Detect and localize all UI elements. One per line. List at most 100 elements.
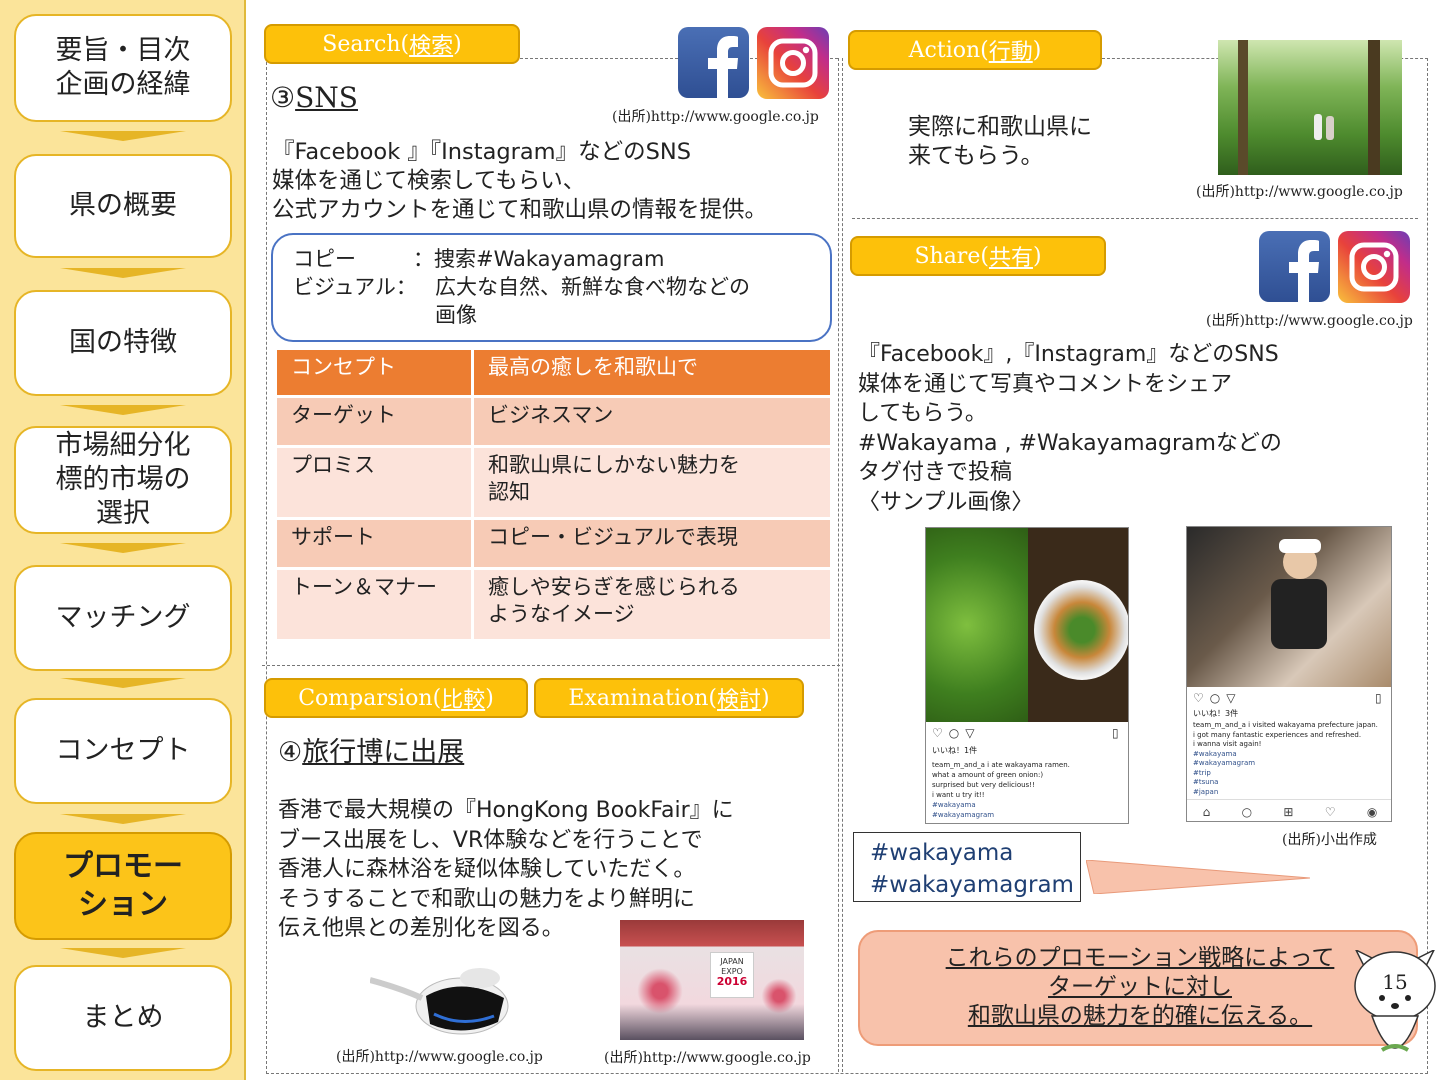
tab-label: 共有 [988,246,1033,271]
caption-tag[interactable]: #trip [1193,769,1378,779]
divider [838,58,839,1072]
bookmark-icon[interactable]: ▯ [1112,726,1119,740]
conclusion-box: これらのプロモーション戦略によって ターゲットに対し 和歌山県の魅力を的確に伝え… [858,930,1418,1046]
sidebar-item-summary[interactable]: 要旨・目次 企画の経緯 [14,14,232,122]
caption-tag[interactable]: #wakayamagram [1193,759,1378,769]
tab-examination[interactable]: Examination(検討) [534,678,804,718]
mascot-dog: 15 [1352,948,1438,1078]
caption-line: team_m_and_a i visited wakayama prefectu… [1193,721,1378,729]
divider [266,62,267,1074]
tab-search[interactable]: Search(検索) [264,24,520,64]
caption-tag[interactable]: #wakayama [932,800,1070,810]
search-icon[interactable]: ○ [1242,805,1252,819]
instagram-icon[interactable] [757,27,829,99]
tab-label: ) [1032,243,1042,269]
caption-line: i wanna visit again! [1193,740,1262,748]
expo-sign-text: JAPAN EXPO [720,957,744,976]
vr-headset-image [369,958,520,1040]
expo-sign: JAPAN EXPO 2016 [710,952,754,998]
caption-tag[interactable]: #wakayama [1193,750,1378,760]
arrow-right-icon [1085,859,1311,895]
tab-label: Action( [908,37,989,63]
tab-label: ) [453,31,462,57]
caption-tag[interactable]: #tsuna [1193,778,1378,788]
table-cell-key: コンセプト [277,350,474,398]
home-icon[interactable]: ⌂ [1203,805,1211,819]
sidebar-item-country[interactable]: 国の特徴 [14,290,232,396]
add-post-icon[interactable]: ⊞ [1283,805,1293,819]
ramen-photo [1028,528,1128,722]
post-actions-icons[interactable]: ♡○▽ [1193,691,1241,705]
hashtag[interactable]: #wakayama [870,837,1080,869]
tab-share[interactable]: Share(共有) [850,236,1106,276]
sidebar-item-segmentation[interactable]: 市場細分化 標的市場の 選択 [14,426,232,534]
bookmark-icon[interactable]: ▯ [1375,691,1382,705]
tab-label: ) [485,685,494,711]
caption-line: surprised but very delicious!! [932,781,1035,789]
caption-tag[interactable]: #wakayamagram [932,810,1070,820]
tab-label: 比較 [441,688,486,713]
tab-label: 検索 [409,34,454,59]
tab-comparison[interactable]: Comparsion(比較) [264,678,528,718]
profile-icon[interactable]: ◉ [1367,805,1377,819]
table-row: ターゲット ビジネスマン [277,398,833,448]
source-note: (出所)http://www.google.co.jp [336,1049,543,1065]
caption-line: i got many fantastic experiences and ref… [1193,730,1362,739]
tab-label: ) [761,685,770,711]
sidebar-item-concept[interactable]: コンセプト [14,698,232,804]
tab-label: Comparsion( [298,685,442,711]
table-row: サポート コピー・ビジュアルで表現 [277,520,833,570]
green-onion-photo [926,528,1028,722]
sidebar-item-matching[interactable]: マッチング [14,565,232,671]
table-cell-value: ビジネスマン [474,398,833,448]
sidebar-item-promotion[interactable]: プロモー ション [14,832,232,940]
table-cell-key: サポート [277,520,474,570]
tab-label: 検討 [717,688,762,713]
chevron-down-icon [60,405,186,415]
chevron-down-icon [60,814,186,824]
chevron-down-icon [60,948,186,958]
table-row: プロミス 和歌山県にしかない魅力を 認知 [277,448,833,520]
caption-line: i want u try it!! [932,791,985,799]
tab-action[interactable]: Action(行動) [848,30,1102,70]
chevron-down-icon [60,131,186,141]
sidebar: 要旨・目次 企画の経緯 県の概要 国の特徴 市場細分化 標的市場の 選択 マッチ… [0,0,246,1080]
section-heading: ④旅行博に出展 [278,736,464,770]
table-cell-value: 癒しや安らぎを感じられる ようなイメージ [474,570,833,642]
source-note: (出所)http://www.google.co.jp [612,109,819,125]
sidebar-item-overview[interactable]: 県の概要 [14,154,232,258]
heart-icon[interactable]: ♡ [1325,805,1336,819]
tab-label: ) [1032,37,1042,63]
hashtag[interactable]: #wakayamagram [870,869,1080,901]
copy-visual-box: コピー ：捜索#Wakayamagram ビジュアル： 広大な自然、新鮮な食べ物… [271,233,832,342]
caption-line: what a amount of green onion:) [932,771,1044,779]
visual-value: 広大な自然、新鮮な食べ物などの 画像 [435,275,750,327]
table-row: トーン＆マナー 癒しや安らぎを感じられる ようなイメージ [277,570,833,642]
instagram-nav-bar: ⌂ ○ ⊞ ♡ ◉ [1187,799,1391,821]
divider [852,218,1418,219]
sidebar-item-summary-end[interactable]: まとめ [14,965,232,1071]
facebook-icon[interactable] [1259,231,1330,302]
table-cell-key: トーン＆マナー [277,570,474,642]
caption-line: team_m_and_a i ate wakayama ramen. [932,761,1070,769]
heading-text: SNS [295,81,358,114]
divider [262,665,840,666]
heading-text: 旅行博に出展 [302,737,465,768]
source-note: (出所)小出作成 [1282,832,1377,848]
source-note: (出所)http://www.google.co.jp [1196,184,1403,200]
chevron-down-icon [60,678,186,688]
tuna-show-photo [1187,527,1391,687]
caption-tag[interactable]: #japan [1193,788,1378,798]
instagram-icon[interactable] [1338,231,1410,303]
visual-label: ビジュアル： [293,275,417,299]
post-caption: team_m_and_a i visited wakayama prefectu… [1193,721,1378,797]
search-description: 『Facebook 』『Instagram』などのSNS 媒体を通じて検索しても… [272,139,768,223]
table-cell-key: ターゲット [277,398,474,448]
tab-label: 行動 [988,40,1033,65]
divider [842,58,843,1072]
divider [266,1073,1428,1074]
facebook-icon[interactable] [678,27,749,98]
post-actions-icons[interactable]: ♡○▽ [932,726,980,740]
hashtag-box: #wakayama #wakayamagram [853,832,1081,902]
table-row: コンセプト 最高の癒しを和歌山で [277,350,833,398]
